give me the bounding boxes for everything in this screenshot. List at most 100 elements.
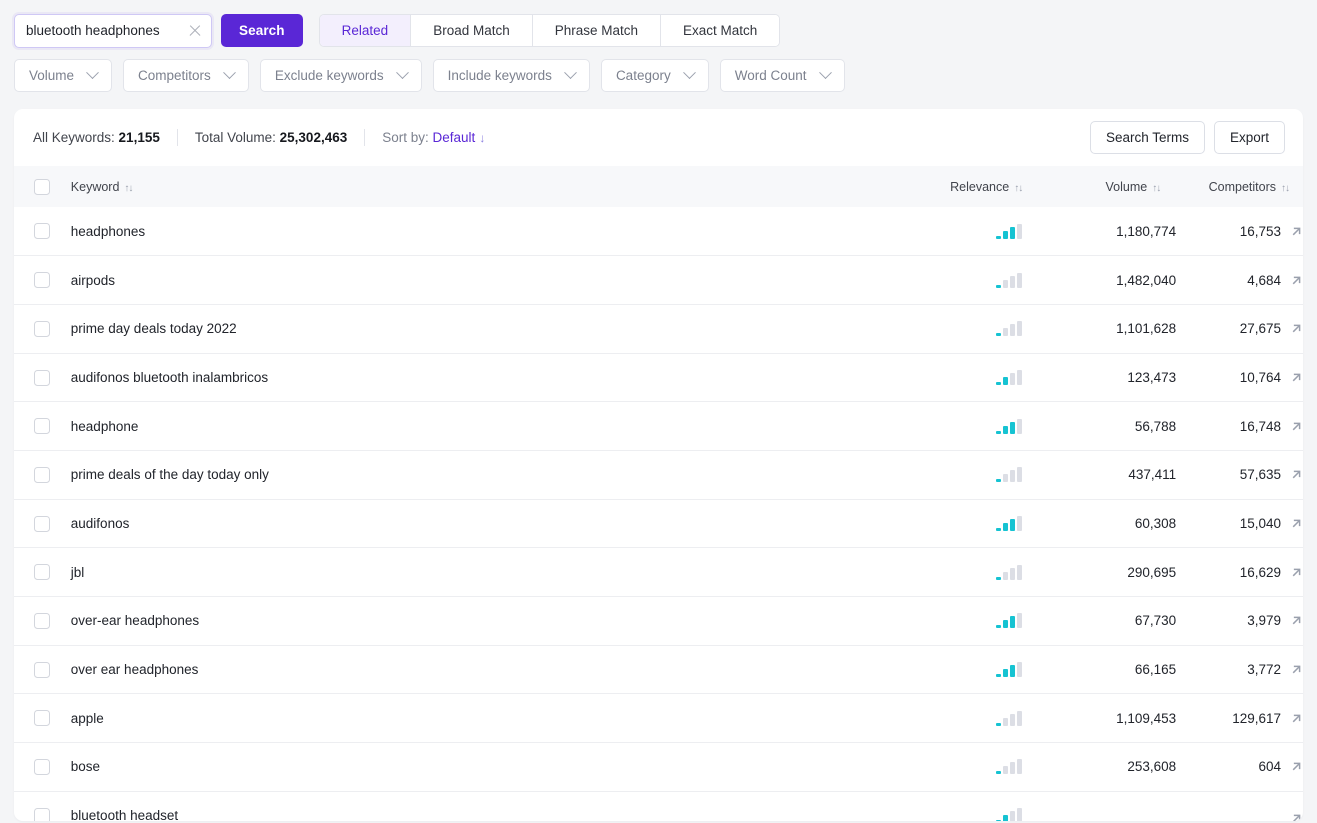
keyword-text: audifonos [70, 515, 130, 531]
volume-cell: 253,608 [1034, 743, 1176, 792]
table-row[interactable]: apple 1,109,453 129,617 [14, 694, 1303, 743]
keyword-cell[interactable]: headphones [71, 207, 933, 256]
table-row[interactable]: headphones 1,180,774 16,753 [14, 207, 1303, 256]
keyword-cell[interactable]: jbl [71, 548, 933, 597]
filter-exclude-keywords[interactable]: Exclude keywords [259, 59, 422, 92]
tab-phrase-match[interactable]: Phrase Match [532, 15, 662, 46]
column-header-volume[interactable]: Volume ↑↓ [1034, 166, 1177, 207]
relevance-meter [933, 808, 1034, 821]
external-link-icon[interactable] [1290, 812, 1303, 821]
external-link-icon[interactable] [1290, 517, 1303, 530]
competitors-cell: 16,629 [1176, 548, 1303, 597]
keyword-cell[interactable]: prime deals of the day today only [71, 450, 933, 499]
external-link-icon[interactable] [1290, 225, 1303, 238]
table-row[interactable]: over-ear headphones 67,730 3,979 [14, 597, 1303, 646]
keyword-cell[interactable]: prime day deals today 2022 [71, 304, 933, 353]
row-checkbox[interactable] [34, 418, 51, 435]
keyword-cell[interactable]: headphone [71, 402, 933, 451]
row-checkbox[interactable] [34, 272, 51, 289]
table-row[interactable]: headphone 56,788 16,748 [14, 402, 1303, 451]
table-row[interactable]: prime deals of the day today only 437,41… [14, 450, 1303, 500]
row-checkbox[interactable] [34, 807, 51, 821]
row-checkbox[interactable] [34, 320, 51, 337]
external-link-icon[interactable] [1290, 566, 1303, 579]
chevron-down-icon [564, 66, 577, 80]
table-row[interactable]: over ear headphones 66,165 3,772 [14, 645, 1303, 694]
total-volume-label: Total Volume: [194, 130, 276, 145]
search-input[interactable]: bluetooth headphones [14, 13, 212, 48]
filter-word-count[interactable]: Word Count [719, 59, 845, 92]
filter-volume[interactable]: Volume [14, 59, 113, 92]
volume-value: 1,180,774 [1116, 223, 1177, 239]
keyword-cell[interactable]: apple [71, 694, 933, 743]
keyword-text: headphones [70, 223, 146, 239]
row-checkbox[interactable] [34, 515, 51, 532]
keyword-cell[interactable]: bluetooth headset [71, 791, 933, 821]
search-button[interactable]: Search [221, 14, 303, 47]
competitors-value: 15,040 [1239, 515, 1281, 531]
filter-category[interactable]: Category [600, 59, 709, 92]
row-checkbox[interactable] [34, 661, 51, 678]
volume-cell: 1,482,040 [1034, 256, 1176, 305]
external-link-icon[interactable] [1290, 274, 1303, 287]
volume-value: 1,101,628 [1116, 321, 1177, 337]
external-link-icon[interactable] [1290, 712, 1303, 725]
search-terms-button[interactable]: Search Terms [1089, 121, 1205, 154]
external-link-icon[interactable] [1290, 760, 1303, 773]
relevance-cell [933, 450, 1034, 499]
filter-include-keywords[interactable]: Include keywords [432, 59, 590, 92]
column-header-competitors[interactable]: Competitors ↑↓ [1176, 166, 1303, 207]
row-checkbox[interactable] [34, 369, 51, 386]
keyword-cell[interactable]: audifonos bluetooth inalambricos [71, 353, 933, 402]
row-checkbox[interactable] [34, 467, 51, 483]
volume-cell: 123,473 [1034, 353, 1176, 402]
tab-exact-match[interactable]: Exact Match [661, 15, 780, 46]
relevance-cell [933, 304, 1034, 353]
tab-related[interactable]: Related [319, 15, 412, 46]
table-row[interactable]: jbl 290,695 16,629 [14, 548, 1303, 597]
filter-competitors[interactable]: Competitors [123, 59, 249, 92]
divider [176, 129, 178, 146]
keyword-cell[interactable]: airpods [71, 256, 933, 305]
column-header-keyword-label: Keyword [70, 179, 120, 194]
row-checkbox[interactable] [34, 564, 51, 581]
sort-toggle-icon[interactable]: ↑↓ [1152, 183, 1161, 194]
table-row[interactable]: prime day deals today 2022 1,101,628 27,… [14, 304, 1303, 354]
table-row[interactable]: audifonos bluetooth inalambricos 123,473… [14, 353, 1303, 402]
external-link-icon[interactable] [1290, 322, 1303, 335]
row-select-cell [14, 548, 71, 597]
sort-by-control[interactable]: Sort by: Default ↓ [382, 130, 485, 145]
keyword-text: bluetooth headset [70, 808, 179, 821]
external-link-icon[interactable] [1290, 468, 1303, 481]
clear-search-icon[interactable] [187, 23, 203, 39]
keyword-cell[interactable]: over-ear headphones [71, 597, 933, 646]
column-header-relevance[interactable]: Relevance ↑↓ [932, 166, 1035, 207]
volume-value: 56,788 [1134, 418, 1177, 434]
external-link-icon[interactable] [1290, 614, 1303, 627]
table-row[interactable]: airpods 1,482,040 4,684 [14, 256, 1303, 305]
table-row[interactable]: bluetooth headset [14, 791, 1303, 821]
sort-toggle-icon[interactable]: ↑↓ [124, 183, 133, 194]
tab-broad-match[interactable]: Broad Match [411, 15, 533, 46]
chevron-down-icon [86, 66, 99, 80]
relevance-cell [933, 597, 1034, 646]
export-button[interactable]: Export [1213, 121, 1285, 154]
filter-competitors-label: Competitors [138, 68, 211, 83]
row-checkbox[interactable] [34, 613, 51, 630]
row-checkbox[interactable] [34, 759, 51, 776]
keyword-cell[interactable]: bose [71, 743, 933, 792]
row-checkbox[interactable] [34, 223, 51, 240]
external-link-icon[interactable] [1290, 371, 1303, 384]
keyword-cell[interactable]: audifonos [71, 499, 933, 548]
external-link-icon[interactable] [1290, 663, 1303, 676]
table-row[interactable]: audifonos 60,308 15,040 [14, 499, 1303, 548]
sort-toggle-icon[interactable]: ↑↓ [1014, 183, 1023, 194]
keyword-cell[interactable]: over ear headphones [71, 645, 933, 694]
filter-word-count-label: Word Count [734, 68, 807, 83]
select-all-checkbox[interactable] [34, 178, 51, 195]
external-link-icon[interactable] [1290, 420, 1303, 433]
table-row[interactable]: bose 253,608 604 [14, 743, 1303, 792]
row-checkbox[interactable] [34, 710, 51, 727]
column-header-keyword[interactable]: Keyword ↑↓ [70, 166, 933, 207]
sort-toggle-icon[interactable]: ↑↓ [1281, 183, 1290, 194]
